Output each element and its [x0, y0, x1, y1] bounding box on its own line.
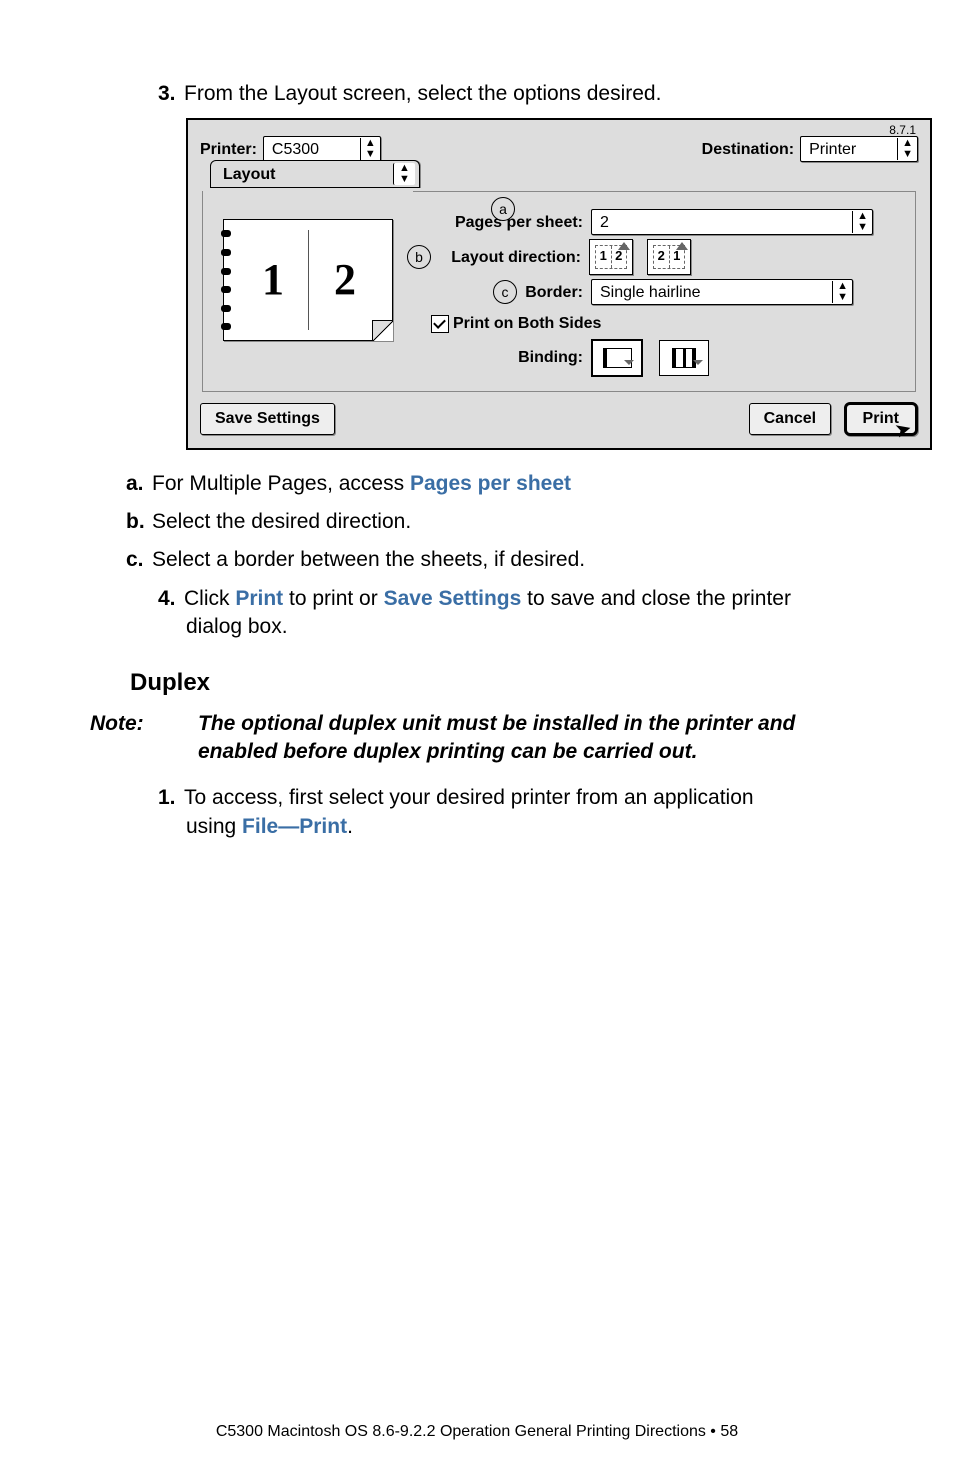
preview-2: 2: [334, 250, 356, 309]
border-value: Single hairline: [592, 282, 832, 304]
duplex-step-1: 1.To access, first select your desired p…: [158, 784, 864, 841]
layout-direction-lr[interactable]: 12: [589, 239, 633, 275]
updown-icon: ▲▼: [393, 163, 415, 185]
updown-icon: ▲▼: [852, 211, 872, 233]
step-3-num: 3.: [158, 80, 184, 108]
step-3: 3.From the Layout screen, select the opt…: [158, 80, 864, 108]
destination-label: Destination:: [702, 139, 794, 161]
layout-direction-rl[interactable]: 21: [647, 239, 691, 275]
step-4-cont: dialog box.: [186, 613, 864, 641]
step-4-p1: Click: [184, 587, 235, 610]
note-text: The optional duplex unit must be install…: [198, 710, 864, 767]
step-4-a2: Save Settings: [384, 587, 522, 610]
step-4: 4.Click Print to print or Save Settings …: [158, 585, 864, 642]
step-4-p2: to print or: [283, 587, 383, 610]
duplex-step-1-c2: .: [347, 815, 353, 838]
callout-b: b: [407, 245, 431, 269]
binding-top[interactable]: [659, 340, 709, 376]
ld-cell: 1: [596, 246, 612, 268]
save-settings-button[interactable]: Save Settings: [200, 403, 335, 435]
substep-a-pre: For Multiple Pages, access: [152, 472, 410, 495]
substep-b-text: Select the desired direction.: [152, 510, 411, 533]
print-both-sides-label: Print on Both Sides: [453, 313, 601, 335]
note: Note: The optional duplex unit must be i…: [90, 710, 864, 767]
duplex-step-1-c1: using: [186, 815, 242, 838]
note-label: Note:: [90, 710, 198, 767]
ld-cell: 1: [670, 246, 685, 268]
substep-b-letter: b.: [126, 508, 152, 536]
printer-select[interactable]: C5300 ▲▼: [263, 136, 381, 162]
border-select[interactable]: Single hairline ▲▼: [591, 279, 853, 305]
duplex-step-1-accent: File—Print: [242, 815, 347, 838]
border-label: Border:: [519, 282, 583, 304]
substep-c-text: Select a border between the sheets, if d…: [152, 548, 585, 571]
duplex-step-1-num: 1.: [158, 784, 184, 812]
destination-select[interactable]: Printer ▲▼: [800, 136, 918, 162]
pages-per-sheet-select[interactable]: 2 ▲▼: [591, 209, 873, 235]
cancel-button[interactable]: Cancel: [749, 403, 831, 435]
step-4-num: 4.: [158, 585, 184, 613]
substep-b: b.Select the desired direction.: [126, 508, 864, 536]
duplex-heading: Duplex: [130, 667, 864, 699]
substep-a-letter: a.: [126, 470, 152, 498]
binding-left[interactable]: [591, 339, 643, 377]
panel-tab[interactable]: Layout ▲▼: [210, 160, 420, 188]
ld-cell: 2: [612, 246, 627, 268]
print-dialog: 8.7.1 Printer: C5300 ▲▼ Destination: Pri…: [186, 118, 932, 449]
updown-icon: ▲▼: [897, 138, 917, 160]
duplex-step-1-p1: To access, first select your desired pri…: [184, 786, 754, 809]
binding-label: Binding:: [413, 347, 583, 369]
substep-c-letter: c.: [126, 546, 152, 574]
page-footer: C5300 Macintosh OS 8.6-9.2.2 Operation G…: [90, 1421, 864, 1443]
destination-value: Printer: [801, 139, 897, 161]
printer-label: Printer:: [200, 139, 257, 161]
updown-icon: ▲▼: [360, 138, 380, 160]
substep-a-accent: Pages per sheet: [410, 472, 571, 495]
layout-direction-label: Layout direction:: [433, 247, 581, 269]
page-preview: 1 2: [203, 205, 413, 381]
print-both-sides-checkbox[interactable]: [431, 315, 449, 333]
preview-1: 1: [262, 250, 284, 309]
step-4-p3: to save and close the printer: [521, 587, 791, 610]
substep-a: a.For Multiple Pages, access Pages per s…: [126, 470, 864, 498]
step-3-text: From the Layout screen, select the optio…: [184, 82, 661, 105]
ld-cell: 2: [654, 246, 670, 268]
panel-tab-label: Layout: [211, 164, 393, 186]
layout-panel: 1 2 a Pages per sheet: 2 ▲▼: [202, 191, 916, 392]
dialog-version: 8.7.1: [889, 122, 916, 138]
callout-c: c: [493, 280, 517, 304]
printer-value: C5300: [264, 139, 360, 161]
pages-per-sheet-value: 2: [592, 212, 852, 234]
substep-c: c.Select a border between the sheets, if…: [126, 546, 864, 574]
step-4-a1: Print: [235, 587, 283, 610]
updown-icon: ▲▼: [832, 281, 852, 303]
